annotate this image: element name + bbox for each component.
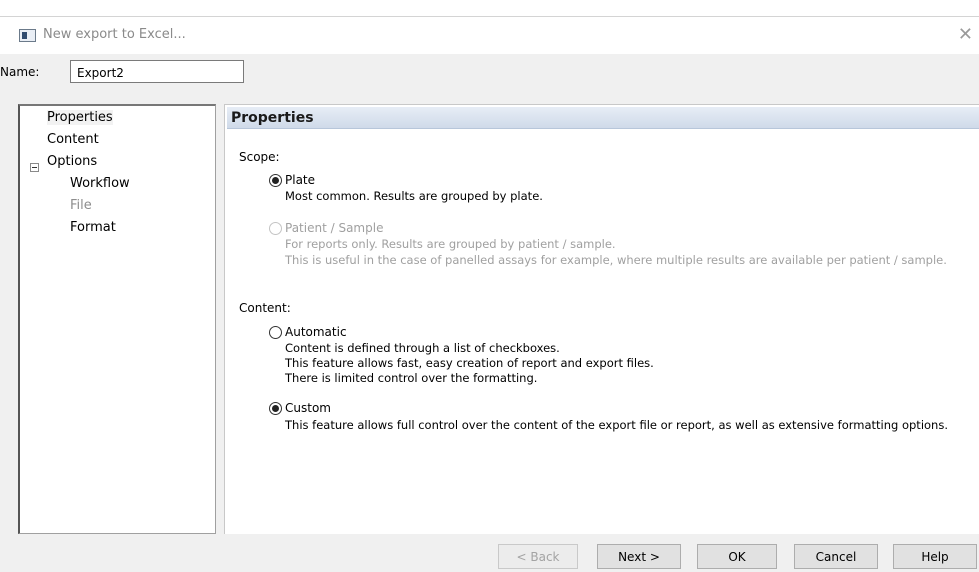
patient-sample-description-line-1: For reports only. Results are grouped by…	[285, 237, 616, 251]
collapse-icon[interactable]	[30, 163, 39, 172]
patient-sample-description-line-2: This is useful in the case of panelled a…	[285, 253, 947, 267]
dialog-body: Name: Properties Content Options Workflo…	[0, 54, 979, 572]
next-button[interactable]: Next >	[597, 544, 681, 569]
custom-label[interactable]: Custom	[285, 401, 331, 415]
name-input[interactable]	[70, 60, 244, 83]
title-bar: New export to Excel... ✕	[0, 16, 979, 54]
patient-sample-label: Patient / Sample	[285, 221, 384, 235]
window-icon	[19, 29, 36, 42]
ok-button[interactable]: OK	[697, 544, 777, 569]
tree-item-content[interactable]: Content	[47, 132, 99, 147]
content-label: Content:	[239, 301, 291, 315]
plate-label[interactable]: Plate	[285, 173, 315, 187]
custom-description: This feature allows full control over th…	[285, 418, 948, 432]
plate-description: Most common. Results are grouped by plat…	[285, 189, 543, 203]
cancel-button[interactable]: Cancel	[794, 544, 878, 569]
plate-radio[interactable]	[269, 174, 282, 187]
scope-label: Scope:	[239, 150, 280, 164]
window-title: New export to Excel...	[43, 27, 186, 42]
properties-panel: Properties Scope: Plate Most common. Res…	[224, 104, 979, 534]
help-button[interactable]: Help	[893, 544, 977, 569]
tree-item-file: File	[70, 198, 92, 213]
automatic-description-line-3: There is limited control over the format…	[285, 371, 538, 385]
custom-radio[interactable]	[269, 402, 282, 415]
automatic-label[interactable]: Automatic	[285, 325, 347, 339]
automatic-description-line-2: This feature allows fast, easy creation …	[285, 356, 654, 370]
patient-sample-radio	[269, 222, 282, 235]
automatic-radio[interactable]	[269, 326, 282, 339]
name-label: Name:	[0, 65, 40, 79]
tree-item-workflow[interactable]: Workflow	[70, 176, 130, 191]
close-icon[interactable]: ✕	[958, 24, 973, 45]
navigation-tree: Properties Content Options Workflow File…	[18, 104, 216, 534]
tree-item-options[interactable]: Options	[47, 154, 97, 169]
tree-item-properties[interactable]: Properties	[47, 110, 113, 125]
back-button: < Back	[498, 544, 578, 569]
tree-item-format[interactable]: Format	[70, 220, 116, 235]
automatic-description-line-1: Content is defined through a list of che…	[285, 341, 560, 355]
panel-header: Properties	[227, 107, 979, 129]
panel-title: Properties	[231, 110, 314, 126]
